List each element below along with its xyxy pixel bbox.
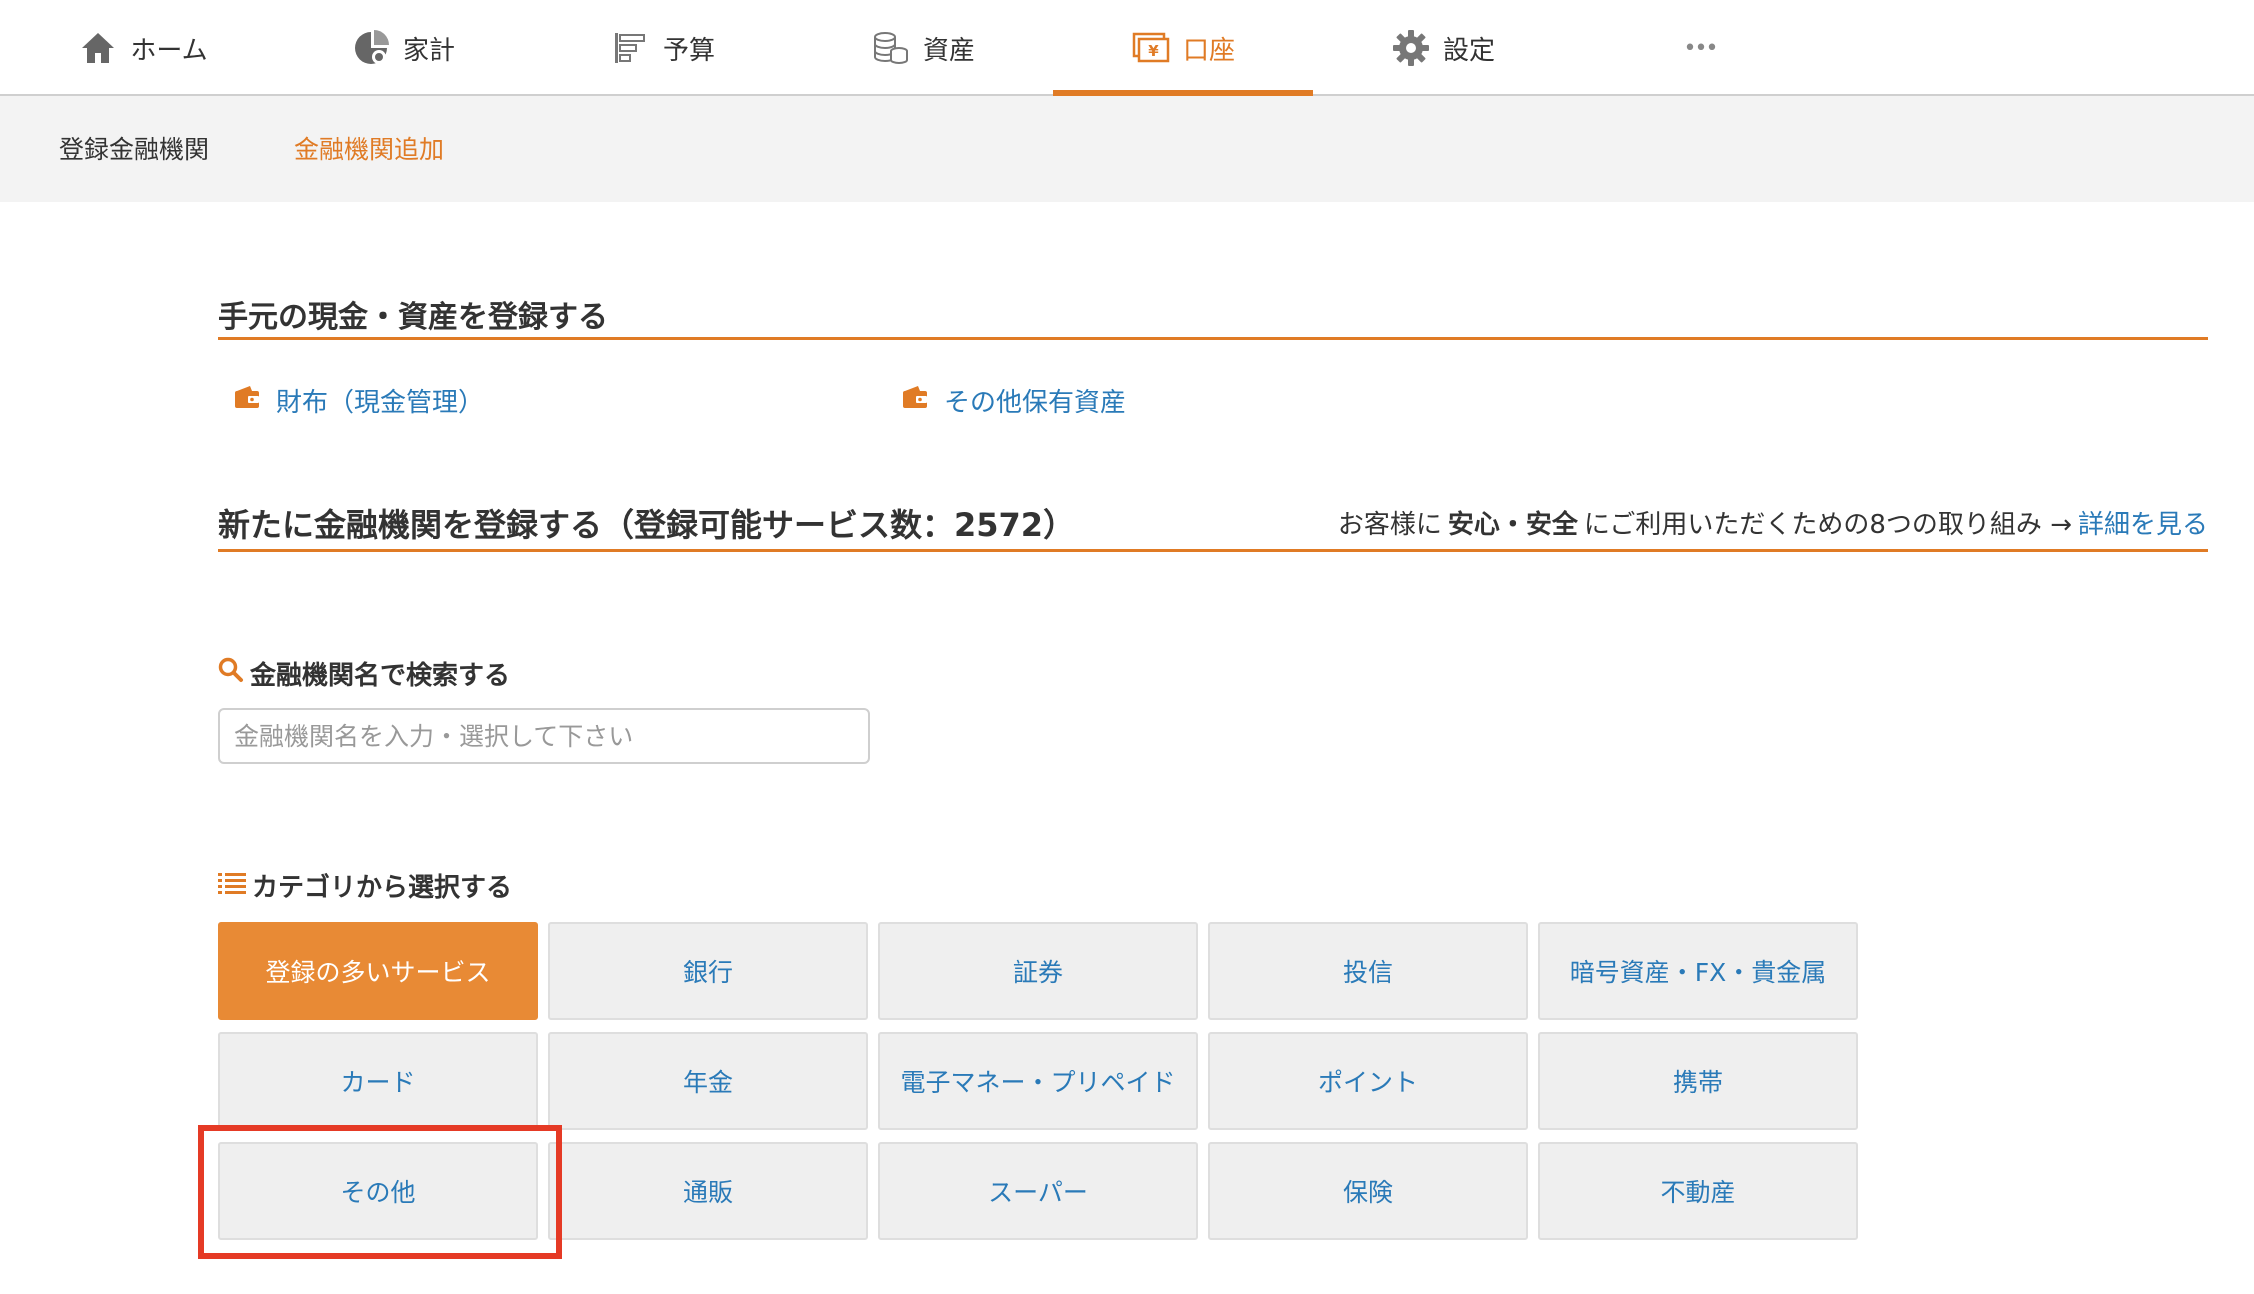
nav-household-label: 家計 — [402, 35, 455, 66]
category-heading: カテゴリから選択する — [218, 867, 512, 904]
nav-assets-label: 資産 — [922, 35, 975, 66]
category-bank[interactable]: 銀行 — [548, 922, 868, 1020]
category-supermarket[interactable]: スーパー — [878, 1142, 1198, 1240]
wallet-icon — [234, 385, 260, 416]
section-divider — [218, 549, 2208, 552]
nav-more[interactable]: ••• — [1570, 0, 1830, 96]
wallet-cash-label: 財布（現金管理） — [276, 388, 485, 418]
category-mobile[interactable]: 携帯 — [1538, 1032, 1858, 1130]
subnav-registered-institutions[interactable]: 登録金融機関 — [59, 130, 209, 166]
more-dots-icon: ••• — [1683, 35, 1719, 61]
category-e-money-prepaid[interactable]: 電子マネー・プリペイド — [878, 1032, 1198, 1130]
notice-suffix: にご利用いただくための8つの取り組み → — [1583, 510, 2072, 540]
nav-accounts[interactable]: ¥ 口座 — [1053, 0, 1313, 98]
pie-chart-icon — [351, 28, 391, 68]
nav-settings-label: 設定 — [1442, 35, 1495, 66]
category-pension[interactable]: 年金 — [548, 1032, 868, 1130]
svg-text:¥: ¥ — [1148, 42, 1159, 60]
wallet-icon — [902, 385, 928, 416]
nav-budget[interactable]: 予算 — [533, 0, 793, 96]
list-icon — [218, 871, 246, 901]
category-securities[interactable]: 証券 — [878, 922, 1198, 1020]
nav-settings[interactable]: 設定 — [1313, 0, 1573, 96]
nav-accounts-label: 口座 — [1182, 35, 1235, 66]
search-icon — [218, 657, 244, 690]
nav-home[interactable]: ホーム — [13, 0, 273, 96]
category-insurance[interactable]: 保険 — [1208, 1142, 1528, 1240]
search-heading-label: 金融機関名で検索する — [250, 661, 511, 691]
notice-bold: 安心・安全 — [1447, 510, 1578, 540]
details-link[interactable]: 詳細を見る — [2078, 504, 2208, 541]
yen-account-icon: ¥ — [1131, 28, 1171, 68]
other-assets-link[interactable]: その他保有資産 — [902, 382, 1126, 419]
category-investment-trust[interactable]: 投信 — [1208, 922, 1528, 1020]
category-points[interactable]: ポイント — [1208, 1032, 1528, 1130]
notice-prefix: お客様に — [1337, 510, 1442, 540]
category-real-estate[interactable]: 不動産 — [1538, 1142, 1858, 1240]
nav-household[interactable]: 家計 — [273, 0, 533, 96]
category-other[interactable]: その他 — [218, 1142, 538, 1240]
gear-icon — [1391, 28, 1431, 68]
category-crypto-fx-metals[interactable]: 暗号資産・FX・貴金属 — [1538, 922, 1858, 1020]
category-grid: 登録の多いサービス 銀行 証券 投信 暗号資産・FX・貴金属 カード 年金 電子… — [218, 922, 1860, 1240]
top-navigation: ホーム 家計 予算 資産 ¥ 口座 設定 ••• — [0, 0, 2254, 98]
register-section-title: 新たに金融機関を登録する（登録可能サービス数：2572） — [218, 506, 1076, 544]
security-notice: お客様に 安心・安全 にご利用いただくための8つの取り組み → 詳細を見る — [1338, 504, 2208, 541]
home-icon — [78, 28, 118, 68]
category-popular-services[interactable]: 登録の多いサービス — [218, 922, 538, 1020]
wallet-cash-link[interactable]: 財布（現金管理） — [234, 382, 484, 419]
nav-home-label: ホーム — [130, 35, 208, 66]
nav-assets[interactable]: 資産 — [793, 0, 1053, 96]
category-heading-label: カテゴリから選択する — [252, 873, 513, 903]
institution-search-input[interactable] — [218, 708, 870, 764]
category-card[interactable]: カード — [218, 1032, 538, 1130]
sub-navigation: 登録金融機関 金融機関追加 — [0, 96, 2254, 202]
coins-stack-icon — [871, 28, 911, 68]
category-mail-order[interactable]: 通販 — [548, 1142, 868, 1240]
cash-section-title: 手元の現金・資産を登録する — [218, 300, 608, 335]
other-assets-label: その他保有資産 — [944, 388, 1127, 418]
nav-budget-label: 予算 — [662, 35, 715, 66]
subnav-add-institution[interactable]: 金融機関追加 — [294, 130, 444, 166]
search-heading: 金融機関名で検索する — [218, 655, 510, 692]
budget-bars-icon — [611, 28, 651, 68]
section-divider — [218, 337, 2208, 340]
